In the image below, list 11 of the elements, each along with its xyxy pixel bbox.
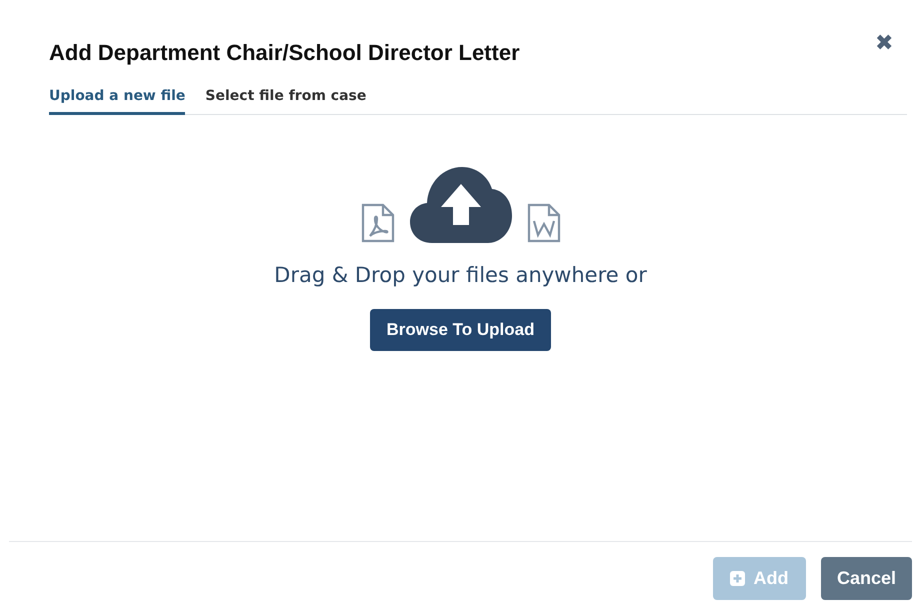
plus-square-icon [730,571,746,586]
tab[interactable]: Select file from case [205,88,366,115]
word-file-icon [526,203,562,243]
dialog-title: Add Department Chair/School Director Letter [49,40,520,66]
cancel-button[interactable]: Cancel [820,557,912,600]
pdf-file-icon [360,203,396,243]
browse-button[interactable]: Browse To Upload [370,309,552,351]
close-button[interactable]: ✖ [875,32,893,54]
drop-prompt: Drag & Drop your files anywhere or [274,263,647,287]
tab[interactable]: Upload a new file [49,88,186,115]
cloud-upload-icon [410,167,512,243]
